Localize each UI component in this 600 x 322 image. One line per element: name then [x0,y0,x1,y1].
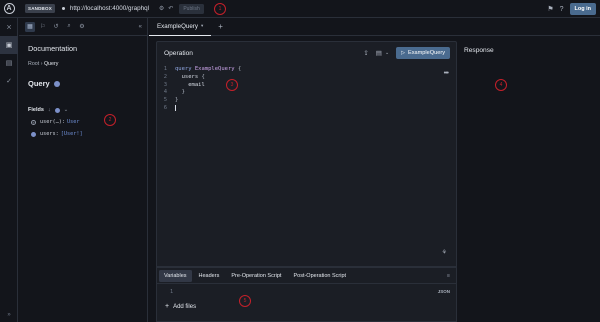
section-title: Query [28,79,147,88]
response-panel: Response [457,41,600,322]
code-line: 5 } [163,97,179,104]
variables-panel: Variables Headers Pre-Operation Script P… [156,267,457,322]
format-label[interactable]: JSON [438,289,450,294]
schema-icon[interactable]: ▤ [0,54,18,72]
tab-label: ExampleQuery [157,22,198,30]
variables-editor[interactable]: 1 JSON [157,284,456,295]
field-row[interactable]: + user(…): User [31,119,147,125]
annotation-marker: 2 [104,114,116,126]
select-all-icon[interactable] [54,107,60,113]
collapse-rail-icon[interactable]: ⨯ [0,18,18,36]
annotation-marker: 5 [239,295,251,307]
operation-title: Operation [164,49,193,57]
prettify-icon[interactable]: ⚘ [442,249,447,256]
login-button[interactable]: Log in [569,3,596,15]
annotation-marker: 4 [495,79,507,91]
save-icon[interactable]: ▤ [376,49,382,57]
bookmark-icon[interactable]: ⚐ [38,22,48,32]
add-field-icon[interactable]: + [31,119,36,125]
plus-icon: + [165,303,170,310]
code-line: 1 query ExampleQuery { [163,66,242,72]
operation-tabs: ExampleQuery ▾ + [149,18,600,36]
chevron-down-icon[interactable]: ⌄ [64,107,69,113]
text-cursor [175,104,176,111]
apollo-sandbox: A SANDBOX http://localhost:4000/graphql … [0,0,600,322]
documentation-panel: ▦ ⚐ ↺ ⌕ ⚙ « Documentation Root › Query Q… [19,18,148,322]
tab-post-operation-script[interactable]: Post-Operation Script [288,270,351,282]
undo-icon[interactable]: ↶ [168,5,173,12]
sort-icon[interactable]: ↓ [48,107,51,113]
code-line: 3 email [163,81,205,88]
expand-rail-icon[interactable]: » [0,312,18,318]
chevron-down-icon[interactable]: ▾ [201,23,203,29]
history-icon[interactable]: ↺ [51,22,61,32]
top-right-actions: ⚑ ? Log in [547,0,600,18]
fields-label: Fields [28,107,44,113]
apollo-logo-icon[interactable]: A [0,0,18,18]
top-bar: A SANDBOX http://localhost:4000/graphql … [0,0,600,18]
breadcrumb-root[interactable]: Root [28,61,39,67]
explorer-icon[interactable]: ▣ [0,36,18,54]
operation-header: Operation ⇪ ▤ ⌄ ▷ ExampleQuery [157,42,456,64]
search-icon[interactable]: ⌕ [64,22,74,32]
connection-status-dot [61,7,65,10]
collapse-panel-icon[interactable]: ≡ [447,273,450,279]
field-row[interactable]: users: [User!] [31,131,147,137]
annotation-marker: 3 [226,79,238,91]
code-line: 2 users { [163,73,205,80]
run-query-button[interactable]: ▷ ExampleQuery [396,47,450,59]
tab-headers[interactable]: Headers [194,270,225,282]
field-name: users [40,131,56,137]
field-type[interactable]: [User!] [61,131,83,137]
chevron-down-icon[interactable]: ⌄ [385,50,389,56]
help-icon[interactable]: ? [560,6,564,13]
add-files-label: Add files [173,303,197,310]
variables-tabs: Variables Headers Pre-Operation Script P… [157,268,456,284]
add-tab-button[interactable]: + [218,22,223,31]
docs-view-icon[interactable]: ▦ [25,21,35,32]
rocket-icon[interactable]: ⚑ [547,5,553,13]
play-icon: ▷ [401,50,405,56]
response-title: Response [464,47,494,54]
sandbox-badge: SANDBOX [25,4,55,13]
section-title-label: Query [28,79,50,88]
publish-button[interactable]: Publish [179,3,204,14]
code-line: 4 } [163,89,185,96]
tab-variables[interactable]: Variables [159,269,192,282]
annotation-marker: 1 [214,3,226,15]
tab-example-query[interactable]: ExampleQuery ▾ [149,18,212,36]
checks-icon[interactable]: ✓ [0,72,18,90]
code-line: 6 [163,104,176,111]
share-icon[interactable]: ⇪ [363,49,368,57]
doc-title: Documentation [28,44,78,53]
code-editor[interactable]: 1 query ExampleQuery { 2 users { 3 email… [157,66,456,113]
settings-icon[interactable]: ⚙ [159,5,164,12]
settings-icon[interactable]: ⚙ [77,22,87,32]
add-files-button[interactable]: + Add files [165,303,456,310]
collapse-panel-icon[interactable]: « [139,24,142,30]
breadcrumb-current: Query [43,61,59,67]
run-label: ExampleQuery [408,50,445,56]
breadcrumb-separator: › [40,61,43,67]
left-rail: ⨯ ▣ ▤ ✓ » [0,18,18,322]
operation-editor: Operation ⇪ ▤ ⌄ ▷ ExampleQuery ••• 1 que… [156,41,457,267]
fields-header: Fields ↓ ⌄ [28,107,147,113]
field-name: user(…) [40,119,62,125]
field-type[interactable]: User [67,119,80,125]
check-icon [53,80,60,87]
doc-toolbar: ▦ ⚐ ↺ ⌕ ⚙ « [19,18,147,36]
endpoint-url[interactable]: http://localhost:4000/graphql [70,5,155,12]
remove-field-icon[interactable] [31,131,36,137]
breadcrumb: Root › Query [28,61,147,67]
line-number: 1 [170,289,174,295]
tab-pre-operation-script[interactable]: Pre-Operation Script [226,270,286,282]
